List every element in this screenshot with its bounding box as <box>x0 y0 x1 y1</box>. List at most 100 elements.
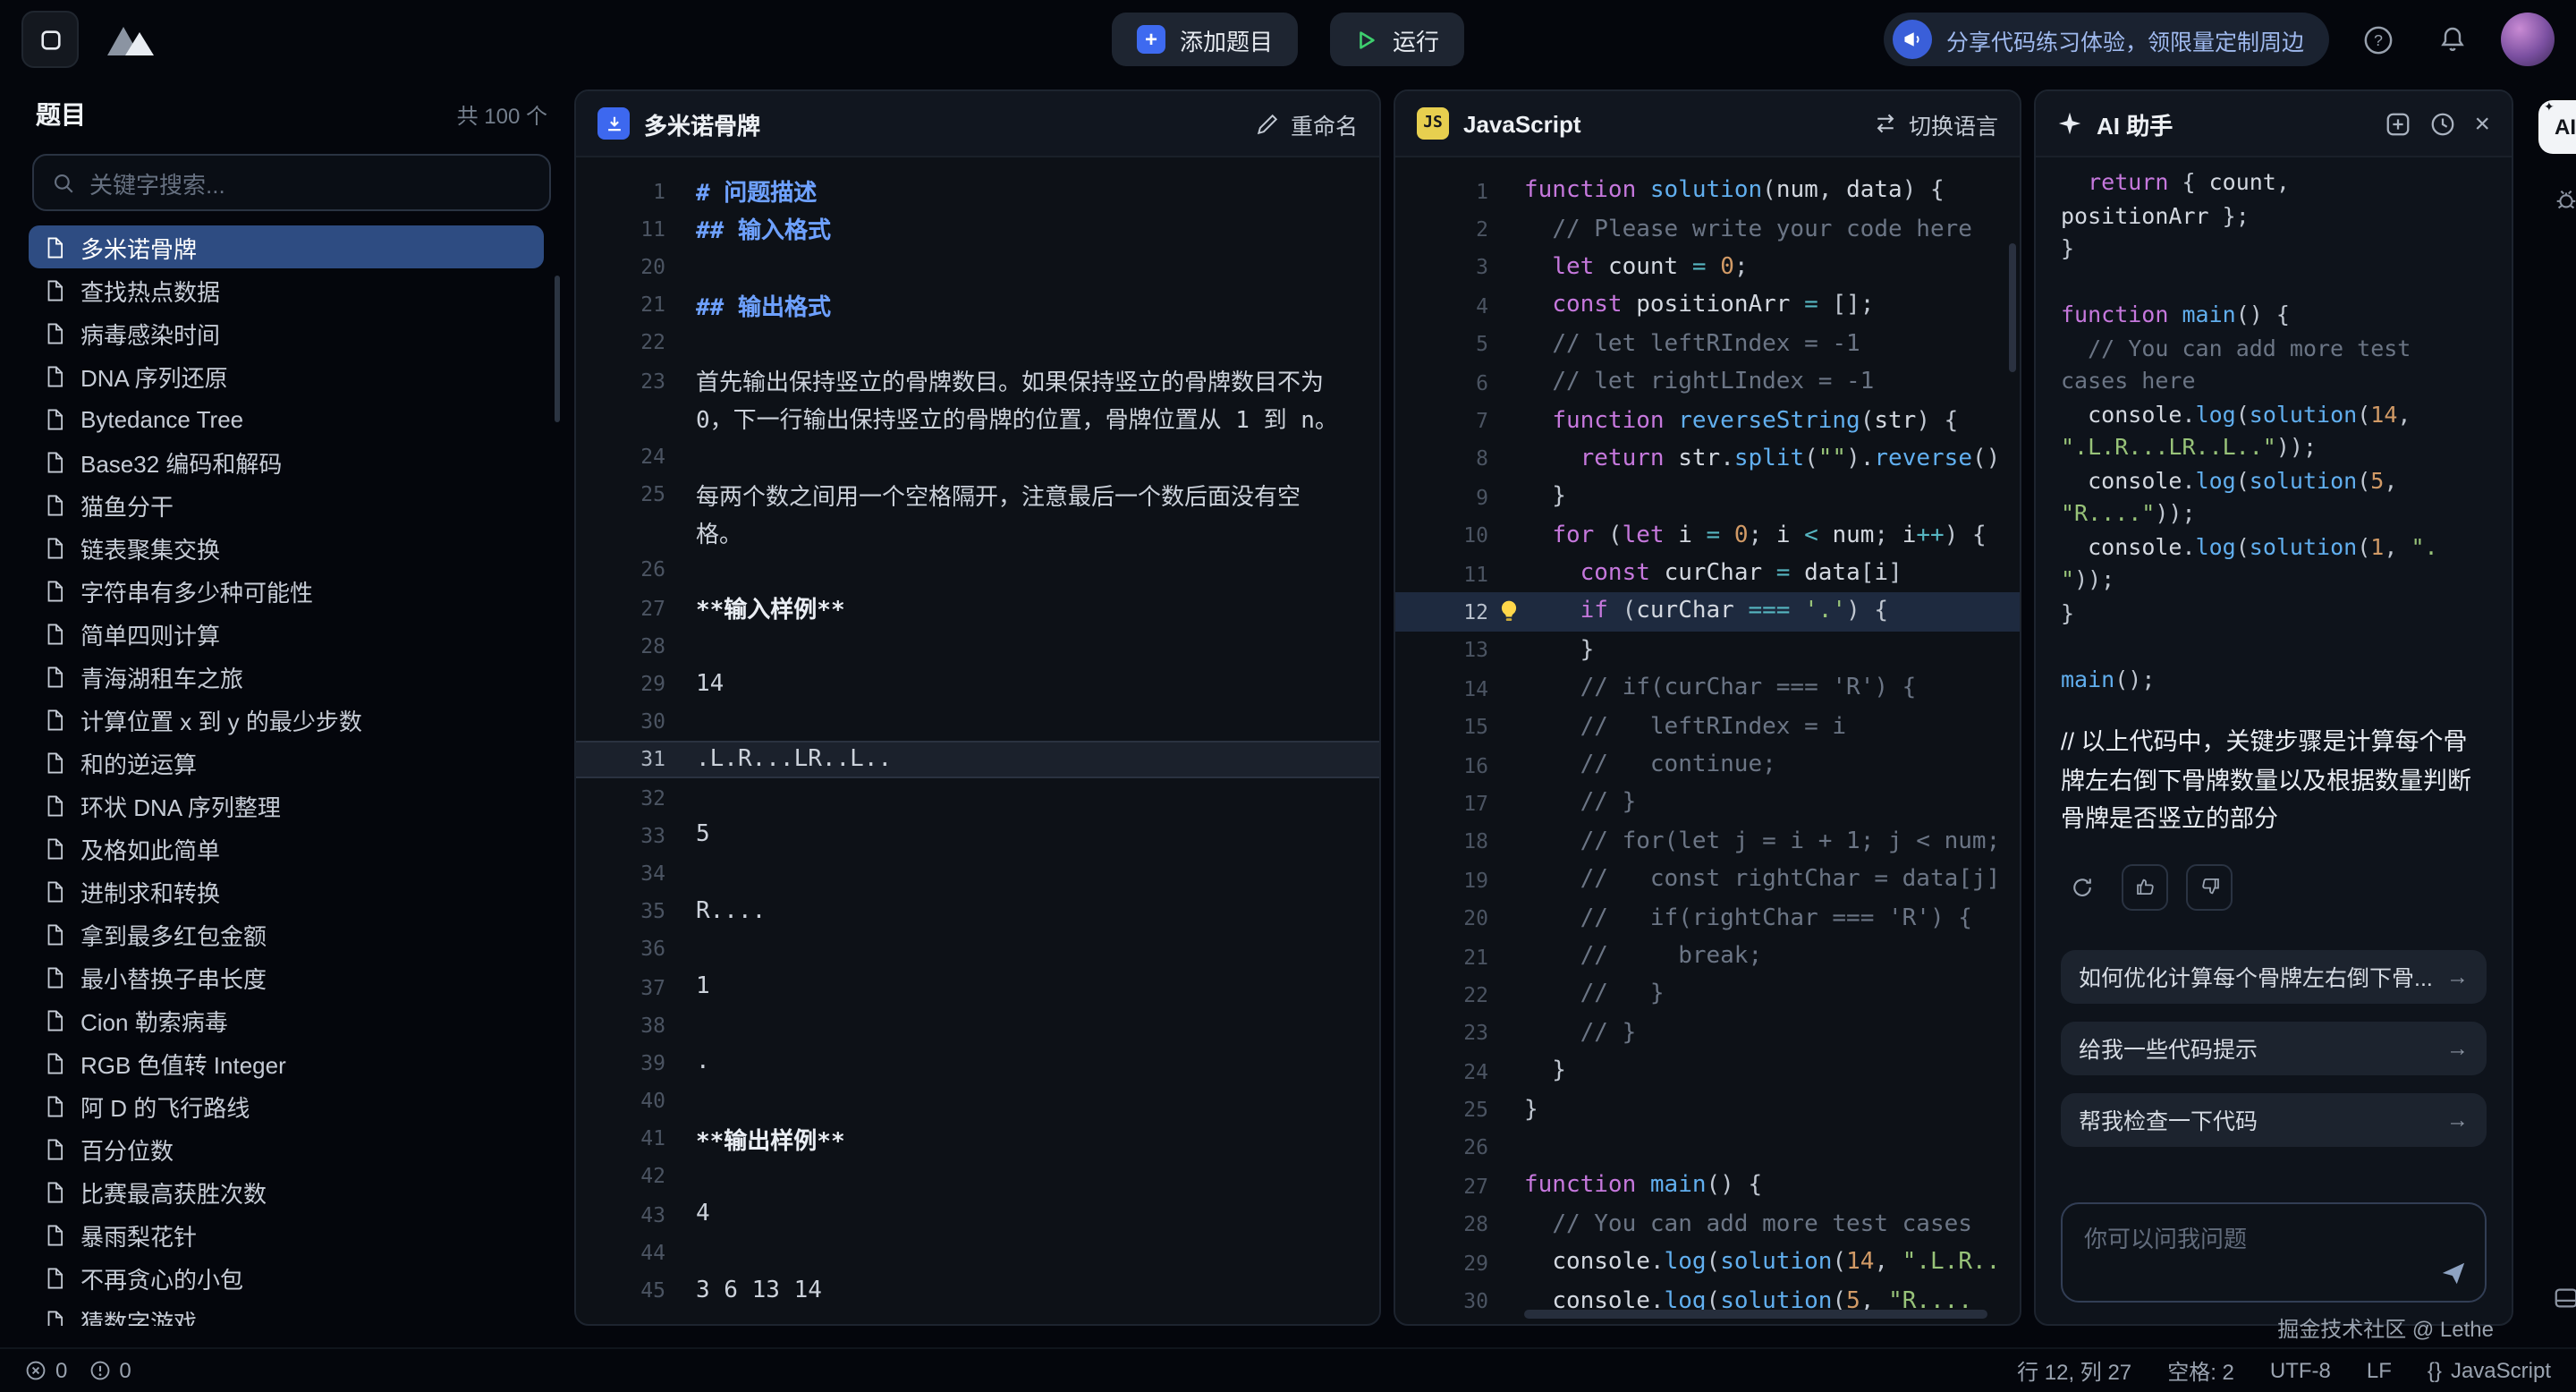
code-line[interactable]: 21 // break; <box>1395 938 2020 976</box>
code-line[interactable]: 17 // } <box>1395 785 2020 823</box>
code-line[interactable]: 5 // let leftRIndex = -1 <box>1395 325 2020 363</box>
sidebar-item[interactable]: 青海湖租车之旅 <box>29 655 544 698</box>
code-line[interactable]: 8 return str.split("").reverse() <box>1395 439 2020 478</box>
sidebar-item[interactable]: 猫鱼分干 <box>29 483 544 526</box>
sidebar-item[interactable]: 猜数字游戏 <box>29 1299 544 1326</box>
sidebar-item[interactable]: Cion 勒索病毒 <box>29 998 544 1041</box>
md-row[interactable]: 34 <box>576 854 1379 892</box>
md-row[interactable]: 格。 <box>576 513 1379 550</box>
md-row[interactable]: 453 6 13 14 <box>576 1271 1379 1309</box>
sidebar-item[interactable]: 不再贪心的小包 <box>29 1256 544 1299</box>
code-vertical-scrollbar[interactable] <box>2009 243 2016 372</box>
md-row[interactable]: 2914 <box>576 665 1379 702</box>
md-row[interactable]: 31.L.R...LR..L.. <box>576 741 1379 778</box>
switch-language-button[interactable]: 切换语言 <box>1873 106 1998 140</box>
indent-setting[interactable]: 空格: 2 <box>2167 1355 2234 1386</box>
sidebar-item[interactable]: 链表聚集交换 <box>29 526 544 569</box>
sidebar-item[interactable]: 病毒感染时间 <box>29 311 544 354</box>
panel-toggle-icon[interactable] <box>2552 1285 2576 1311</box>
sidebar-item[interactable]: 拿到最多红包金额 <box>29 912 544 955</box>
md-row[interactable]: 30 <box>576 702 1379 740</box>
description-editor[interactable]: 1# 问题描述11## 输入格式2021## 输出格式2223首先输出保持竖立的… <box>576 157 1379 1324</box>
ai-chat-input[interactable]: 你可以问我问题 <box>2061 1202 2487 1303</box>
ai-assistant-toggle[interactable]: ✦ AI <box>2538 100 2576 154</box>
md-row[interactable]: 371 <box>576 968 1379 1006</box>
sidebar-item[interactable]: 进制求和转换 <box>29 870 544 912</box>
notifications-bell-icon[interactable] <box>2426 13 2479 66</box>
sidebar-item[interactable]: 计算位置 x 到 y 的最少步数 <box>29 698 544 741</box>
code-line[interactable]: 27function main() { <box>1395 1167 2020 1205</box>
code-line[interactable]: 3 let count = 0; <box>1395 249 2020 287</box>
problems-indicator[interactable]: 0 0 <box>25 1358 131 1383</box>
sidebar-item[interactable]: 简单四则计算 <box>29 612 544 655</box>
code-line[interactable]: 19 // const rightChar = data[j] <box>1395 861 2020 899</box>
md-row[interactable]: 41**输出样例** <box>576 1119 1379 1157</box>
sidebar-item[interactable]: 字符串有多少种可能性 <box>29 569 544 612</box>
thumbs-up-icon[interactable] <box>2122 863 2168 910</box>
code-line[interactable]: 7 function reverseString(str) { <box>1395 402 2020 440</box>
eol-setting[interactable]: LF <box>2367 1358 2392 1383</box>
code-line[interactable]: 24 } <box>1395 1052 2020 1091</box>
md-row[interactable]: 36 <box>576 930 1379 968</box>
code-line[interactable]: 6 // let rightLIndex = -1 <box>1395 363 2020 402</box>
sidebar-item[interactable]: Base32 编码和解码 <box>29 440 544 483</box>
code-line[interactable]: 26 <box>1395 1129 2020 1167</box>
md-row[interactable]: 23首先输出保持竖立的骨牌数目。如果保持竖立的骨牌数目不为 <box>576 361 1379 399</box>
lightbulb-icon[interactable] <box>1497 600 1521 624</box>
code-editor[interactable]: 1function solution(num, data) {2 // Plea… <box>1395 157 2020 1324</box>
new-chat-icon[interactable] <box>2385 110 2411 137</box>
code-line[interactable]: 4 const positionArr = []; <box>1395 286 2020 325</box>
md-row[interactable]: 26 <box>576 551 1379 589</box>
code-line[interactable]: 15 // leftRIndex = i <box>1395 708 2020 746</box>
md-row[interactable]: 35R.... <box>576 892 1379 929</box>
md-row[interactable]: 39. <box>576 1044 1379 1082</box>
md-row[interactable]: 42 <box>576 1158 1379 1195</box>
code-line[interactable]: 14 // if(curChar === 'R') { <box>1395 669 2020 708</box>
md-row[interactable]: 24 <box>576 437 1379 475</box>
sidebar-item[interactable]: 阿 D 的飞行路线 <box>29 1084 544 1127</box>
md-row[interactable]: 44 <box>576 1234 1379 1271</box>
close-icon[interactable]: × <box>2474 110 2490 137</box>
code-line[interactable]: 22 // } <box>1395 975 2020 1014</box>
sidebar-item[interactable]: 及格如此简单 <box>29 827 544 870</box>
help-button[interactable]: ? <box>2351 13 2404 66</box>
sidebar-item[interactable]: 环状 DNA 序列整理 <box>29 784 544 827</box>
sidebar-item[interactable]: 最小替换子串长度 <box>29 955 544 998</box>
sidebar-item[interactable]: 查找热点数据 <box>29 268 544 311</box>
sidebar-item[interactable]: Bytedance Tree <box>29 397 544 440</box>
code-line[interactable]: 11 const curChar = data[i] <box>1395 555 2020 593</box>
ai-suggestion-button[interactable]: 给我一些代码提示→ <box>2061 1021 2487 1074</box>
md-row[interactable]: 25每两个数之间用一个空格隔开，注意最后一个数后面没有空 <box>576 475 1379 513</box>
share-banner[interactable]: 分享代码练习体验，领限量定制周边 <box>1884 13 2329 66</box>
md-row[interactable]: 28 <box>576 627 1379 665</box>
code-line[interactable]: 10 for (let i = 0; i < num; i++) { <box>1395 516 2020 555</box>
code-line[interactable]: 1function solution(num, data) { <box>1395 172 2020 210</box>
sidebar-item[interactable]: DNA 序列还原 <box>29 354 544 397</box>
ai-suggestion-button[interactable]: 如何优化计算每个骨牌左右倒下骨...→ <box>2061 949 2487 1003</box>
search-input[interactable]: 关键字搜索... <box>32 154 551 211</box>
sidebar-item[interactable]: RGB 色值转 Integer <box>29 1041 544 1084</box>
md-row[interactable]: 434 <box>576 1195 1379 1233</box>
sidebar-item[interactable]: 暴雨梨花针 <box>29 1213 544 1256</box>
sidebar-item[interactable]: 多米诺骨牌 <box>29 225 544 268</box>
rename-button[interactable]: 重命名 <box>1257 106 1358 140</box>
code-line[interactable]: 25} <box>1395 1091 2020 1129</box>
add-problem-button[interactable]: + 添加题目 <box>1112 13 1298 66</box>
code-line[interactable]: 13 } <box>1395 631 2020 669</box>
md-row[interactable]: 20 <box>576 248 1379 285</box>
regenerate-icon[interactable] <box>2061 865 2104 908</box>
run-button[interactable]: 运行 <box>1330 13 1464 66</box>
thumbs-down-icon[interactable] <box>2186 863 2233 910</box>
code-line[interactable]: 20 // if(rightChar === 'R') { <box>1395 899 2020 938</box>
code-line[interactable]: 18 // for(let j = i + 1; j < num; <box>1395 822 2020 861</box>
code-line[interactable]: 23 // } <box>1395 1014 2020 1052</box>
md-row[interactable]: 32 <box>576 778 1379 816</box>
ai-suggestion-button[interactable]: 帮我检查一下代码→ <box>2061 1092 2487 1146</box>
md-row[interactable]: 21## 输出格式 <box>576 285 1379 323</box>
code-line[interactable]: 29 console.log(solution(14, ".L.R.. <box>1395 1243 2020 1282</box>
sidebar-item[interactable]: 比赛最高获胜次数 <box>29 1170 544 1213</box>
language-mode[interactable]: {} JavaScript <box>2428 1358 2551 1383</box>
md-row[interactable]: 40 <box>576 1082 1379 1119</box>
send-icon[interactable] <box>2440 1260 2467 1286</box>
encoding-setting[interactable]: UTF-8 <box>2270 1358 2331 1383</box>
